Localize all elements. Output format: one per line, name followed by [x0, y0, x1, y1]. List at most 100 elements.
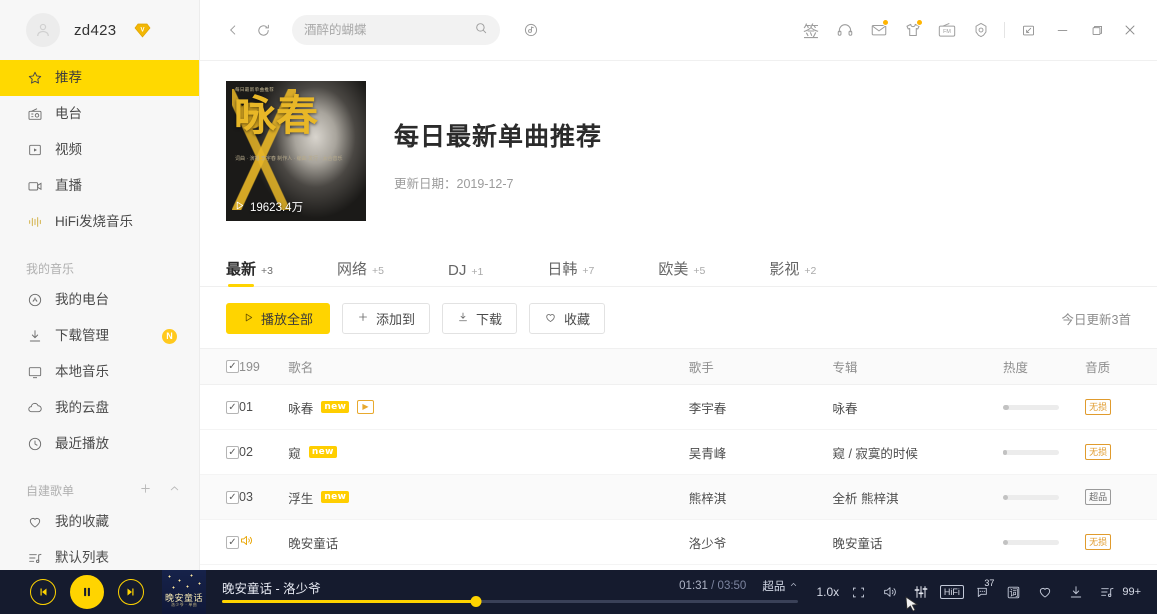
- playlist-icon[interactable]: [1091, 570, 1122, 614]
- sidebar-item-radio[interactable]: 电台: [0, 96, 199, 132]
- progress-handle[interactable]: [470, 596, 482, 607]
- tab-count: +1: [471, 266, 484, 278]
- play-all-button[interactable]: 播放全部: [226, 303, 331, 334]
- tab-latest[interactable]: 最新 +3: [226, 258, 273, 287]
- table-row[interactable]: ✓ 02 窥 new 吴青峰 窥 / 寂寞的时候 无损: [200, 429, 1157, 475]
- song-title[interactable]: 浮生: [288, 488, 313, 507]
- sidebar-item-live[interactable]: 直播: [0, 168, 199, 204]
- search-input[interactable]: [304, 23, 474, 37]
- add-to-button[interactable]: 添加到: [342, 303, 431, 334]
- settings-icon[interactable]: [964, 13, 998, 47]
- mini-mode-icon[interactable]: [1011, 13, 1045, 47]
- sidebar: zd423 V 推荐 电台 视频 直播 HiFi发烧音乐 我的音乐 我的电台 下…: [0, 0, 200, 570]
- tab-dj[interactable]: DJ +1: [448, 262, 483, 286]
- song-album[interactable]: 全析 熊梓淇: [832, 474, 1003, 520]
- download-icon[interactable]: [1060, 570, 1091, 614]
- mouse-cursor: [905, 596, 919, 614]
- table-row[interactable]: ✓ 晚安童话 洛少爷 晚安童话 无损: [200, 519, 1157, 565]
- song-album[interactable]: 晚安童话: [832, 519, 1003, 565]
- back-button[interactable]: [218, 15, 248, 45]
- song-artist[interactable]: 洛少爷: [688, 519, 833, 565]
- volume-icon[interactable]: [874, 570, 905, 614]
- mv-icon[interactable]: ▶: [357, 399, 374, 415]
- download-button[interactable]: 下载: [442, 303, 518, 334]
- progress-bar[interactable]: [222, 596, 799, 607]
- user-profile-row[interactable]: zd423 V: [0, 0, 199, 60]
- select-all-checkbox[interactable]: ✓: [226, 360, 239, 373]
- add-playlist-icon[interactable]: [139, 482, 152, 498]
- song-artist[interactable]: 熊梓淇: [688, 474, 833, 520]
- new-tag: new: [308, 445, 337, 459]
- tab-jpkr[interactable]: 日韩 +7: [547, 258, 594, 286]
- search-icon[interactable]: [474, 21, 488, 40]
- clock-icon: [26, 436, 43, 453]
- row-checkbox[interactable]: ✓: [226, 400, 239, 414]
- voice-search-button[interactable]: [516, 15, 546, 45]
- sidebar-item-recent-played[interactable]: 最近播放: [0, 426, 199, 462]
- table-row[interactable]: ✓ 03 浮生 new 熊梓淇 全析 熊梓淇 超品: [200, 474, 1157, 520]
- hifi-icon[interactable]: HiFi: [936, 570, 967, 614]
- sidebar-item-download-manager[interactable]: 下载管理 N: [0, 318, 199, 354]
- heat-bar: [1002, 539, 1059, 545]
- mini-album-cover[interactable]: 晚安童话 洛少爷 · 单曲: [162, 570, 206, 614]
- previous-track-icon[interactable]: [30, 579, 56, 605]
- song-artist[interactable]: 李宇春: [688, 384, 833, 430]
- tab-count: +5: [693, 265, 706, 277]
- song-artist[interactable]: 吴青峰: [688, 429, 833, 475]
- favorite-heart-icon[interactable]: [1029, 570, 1060, 614]
- tshirt-skin-icon[interactable]: [896, 13, 930, 47]
- coin-badge-icon[interactable]: 签: [794, 13, 828, 47]
- download-label: 下载: [476, 312, 503, 327]
- table-row[interactable]: ✓ 01 咏春 new ▶ 李宇春 咏春 无损: [200, 384, 1157, 430]
- row-number: 02: [239, 429, 289, 475]
- maximize-icon[interactable]: [1079, 13, 1113, 47]
- today-updated-count: 今日更新3首: [1061, 313, 1131, 327]
- mail-icon[interactable]: [862, 13, 896, 47]
- avatar[interactable]: [26, 13, 60, 47]
- comment-icon[interactable]: 37: [967, 570, 998, 614]
- sidebar-item-favorites[interactable]: 我的收藏: [0, 504, 199, 540]
- headphones-icon[interactable]: [828, 13, 862, 47]
- song-album[interactable]: 窥 / 寂寞的时候: [832, 429, 1003, 475]
- quality-label: 超品: [762, 581, 786, 593]
- sidebar-item-local-music[interactable]: 本地音乐: [0, 354, 199, 390]
- row-checkbox[interactable]: ✓: [226, 535, 239, 549]
- song-title[interactable]: 咏春: [288, 398, 313, 417]
- minimize-icon[interactable]: [1045, 13, 1079, 47]
- vip-badge-icon[interactable]: V: [134, 23, 151, 38]
- favorite-button[interactable]: 收藏: [529, 303, 606, 334]
- collapse-chevron-icon[interactable]: [168, 482, 181, 498]
- lyrics-desktop-icon[interactable]: [843, 570, 874, 614]
- song-album[interactable]: 咏春: [832, 384, 1003, 430]
- sidebar-item-hifi[interactable]: HiFi发烧音乐: [0, 204, 199, 240]
- download-icon: [26, 328, 43, 345]
- search-box[interactable]: [292, 15, 500, 45]
- close-icon[interactable]: [1113, 13, 1147, 47]
- fm-radio-icon[interactable]: FM: [930, 13, 964, 47]
- action-toolbar: 播放全部 添加到 下载 收藏 今日更新3首: [200, 287, 1157, 334]
- speed-button[interactable]: 1.0x: [812, 570, 843, 614]
- lyrics-icon[interactable]: 词: [998, 570, 1029, 614]
- playlist-cover[interactable]: 每日最新单曲推荐 咏春 词曲 · 演唱 李宇春 制作人 · 编曲 发行 · 太合…: [226, 81, 366, 221]
- refresh-button[interactable]: [248, 15, 278, 45]
- tab-film[interactable]: 影视 +2: [769, 258, 816, 286]
- sidebar-item-cloud-disk[interactable]: 我的云盘: [0, 390, 199, 426]
- play-pause-button[interactable]: [70, 575, 104, 609]
- tab-western[interactable]: 欧美 +5: [658, 258, 705, 286]
- header-artist: 歌手: [688, 348, 833, 385]
- row-checkbox[interactable]: ✓: [226, 445, 239, 459]
- song-title[interactable]: 晚安童话: [288, 533, 338, 552]
- row-checkbox[interactable]: ✓: [226, 490, 239, 504]
- radio-circle-icon: [26, 292, 43, 309]
- sidebar-item-video[interactable]: 视频: [0, 132, 199, 168]
- waveform-icon: [26, 214, 43, 231]
- select-all-cell[interactable]: ✓: [200, 348, 240, 385]
- notification-dot: [916, 19, 923, 26]
- quality-selector[interactable]: 超品: [762, 578, 798, 594]
- tab-network[interactable]: 网络 +5: [337, 258, 384, 286]
- current-time: 01:31: [679, 580, 708, 592]
- sidebar-item-my-radio[interactable]: 我的电台: [0, 282, 199, 318]
- song-title[interactable]: 窥: [288, 443, 301, 462]
- sidebar-item-recommend[interactable]: 推荐: [0, 60, 199, 96]
- next-track-icon[interactable]: [118, 579, 144, 605]
